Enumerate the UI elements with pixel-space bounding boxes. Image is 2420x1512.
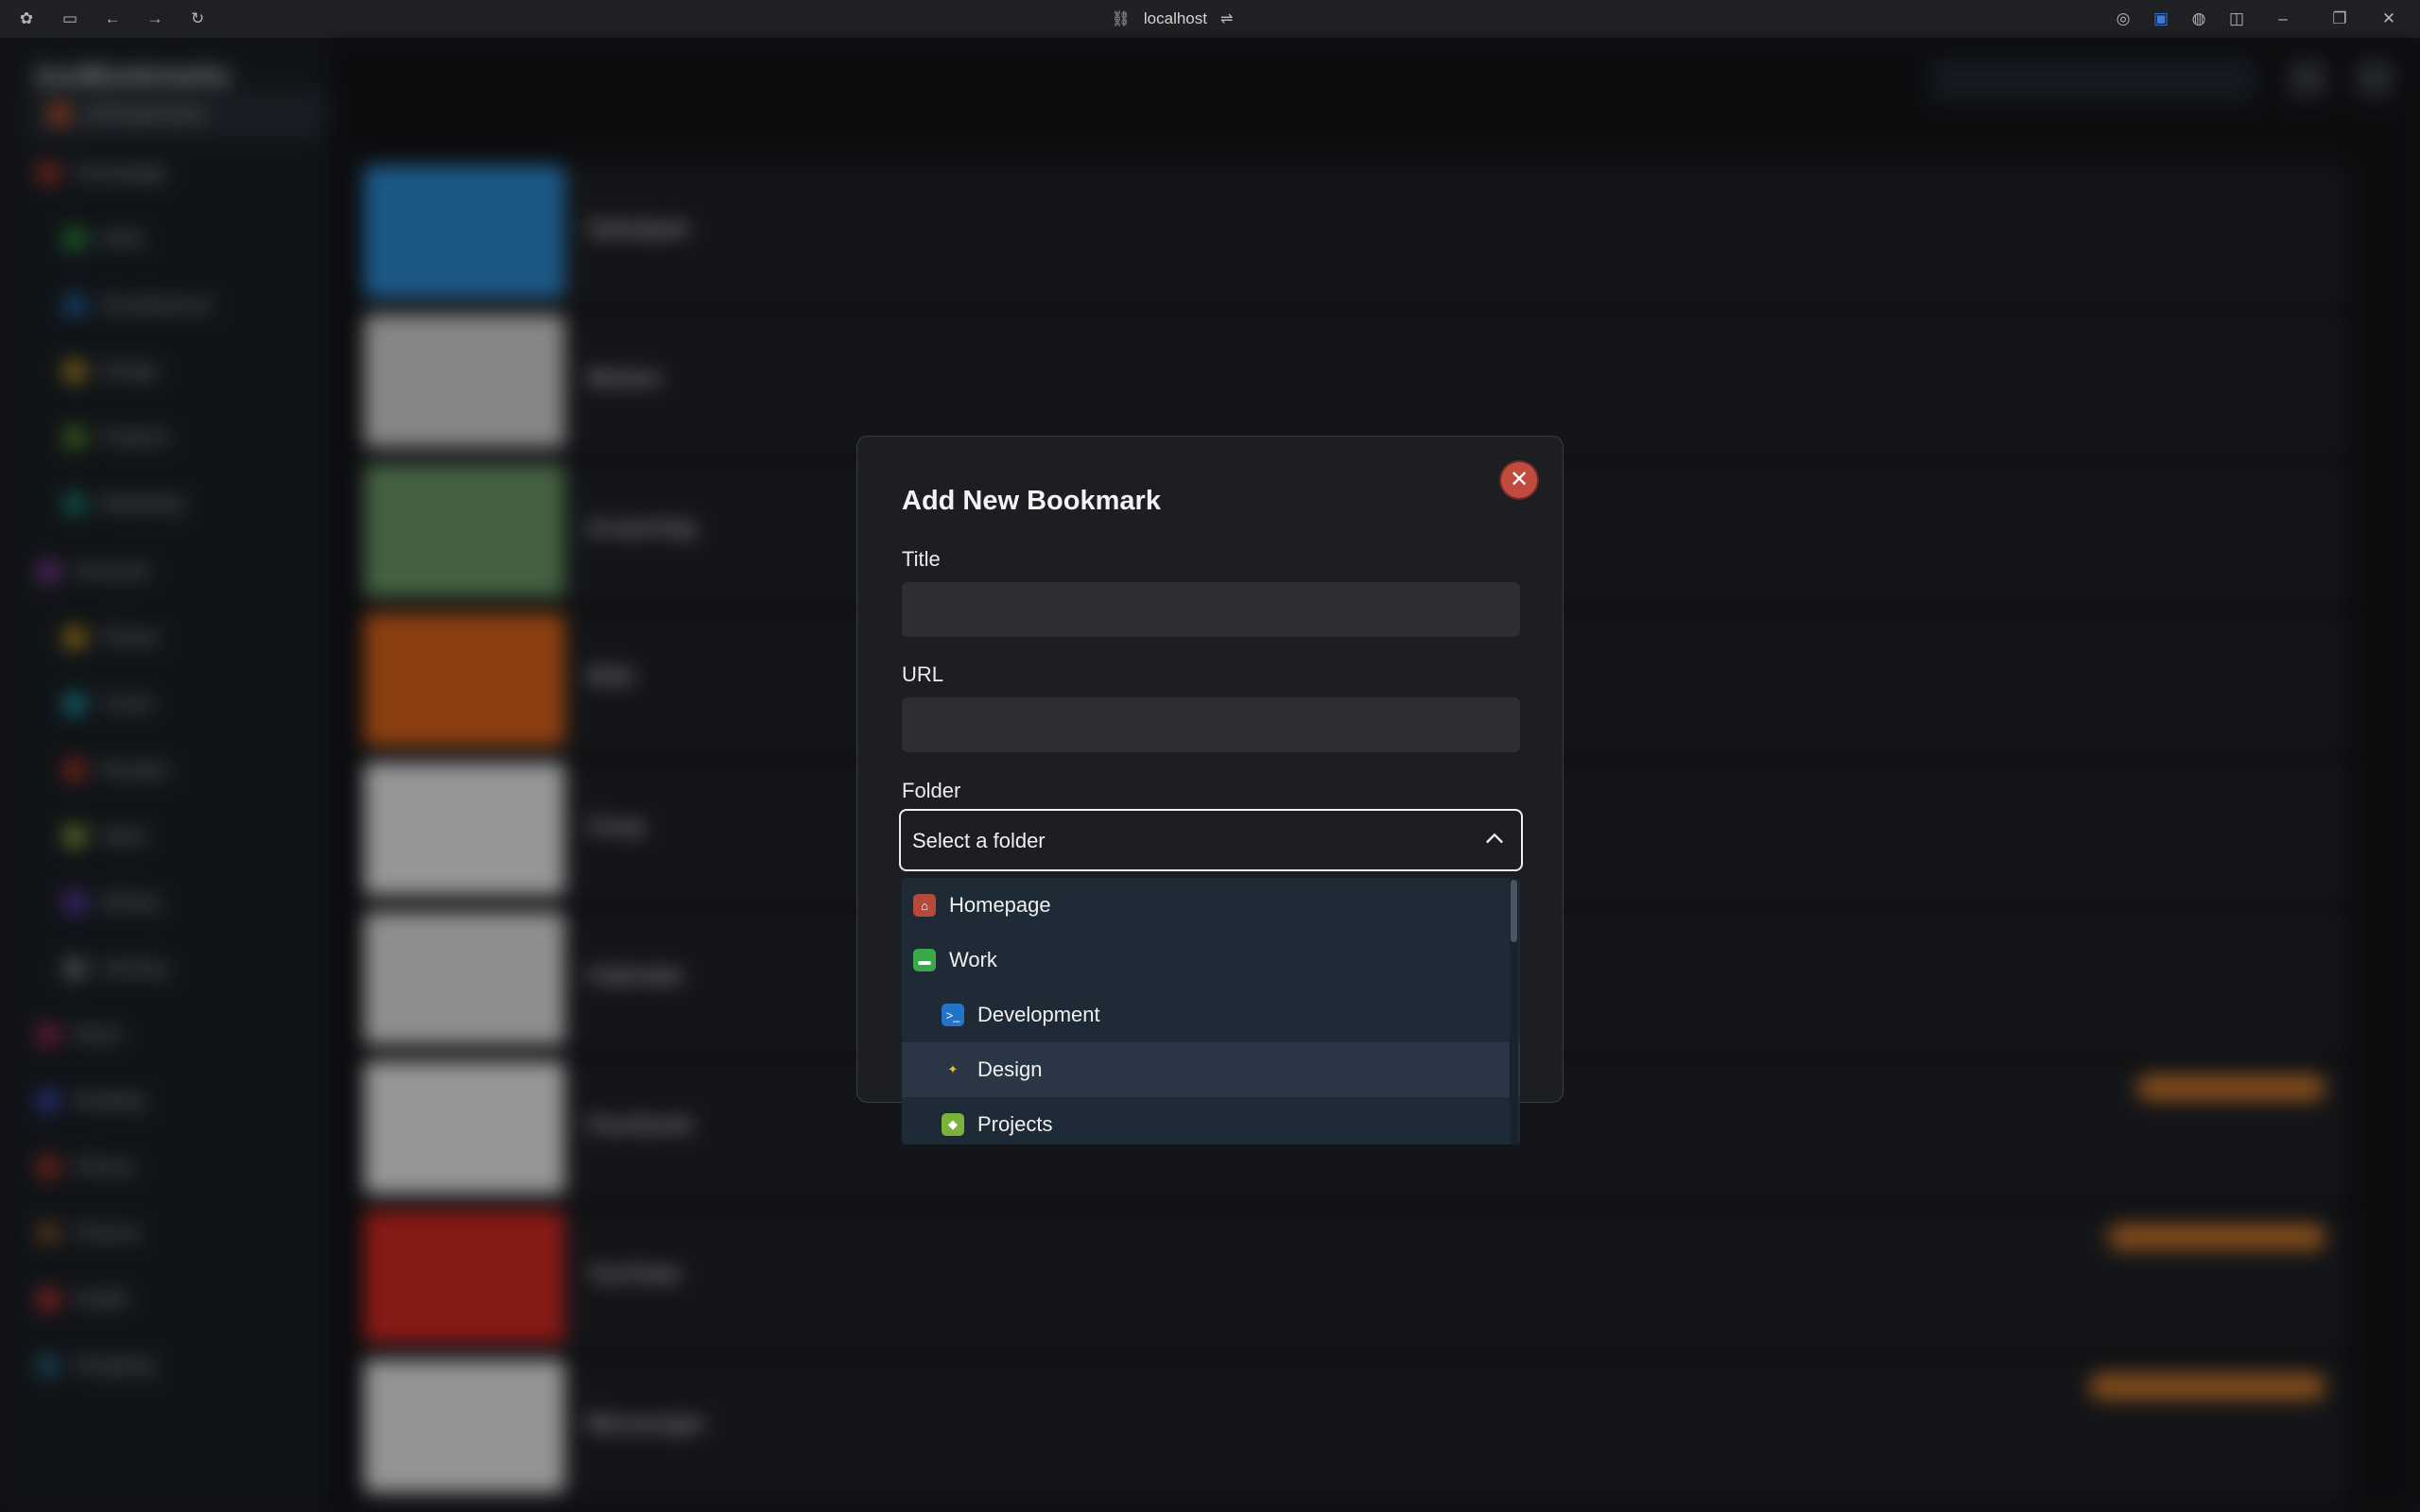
forward-arrow-icon[interactable]: →	[144, 8, 166, 30]
url-label: URL	[902, 662, 944, 686]
globe-icon[interactable]: ◍	[2187, 8, 2210, 30]
extension-glasses-icon[interactable]: ◎	[2112, 8, 2135, 30]
url-input[interactable]	[902, 697, 1520, 752]
title-input[interactable]	[902, 582, 1520, 637]
address-bar[interactable]: ⛓ localhost ⇌	[1097, 6, 1248, 32]
folder-option-design[interactable]: ✦ Design	[902, 1042, 1520, 1097]
folder-option-projects[interactable]: ◆ Projects	[902, 1097, 1520, 1144]
title-label: Title	[902, 547, 941, 571]
folder-option-development[interactable]: >_ Development	[902, 988, 1520, 1042]
close-modal-button[interactable]: ✕	[1501, 462, 1537, 498]
translate-icon[interactable]: ▣	[2150, 8, 2172, 30]
reload-icon[interactable]: ↻	[186, 8, 209, 30]
folder-option-homepage[interactable]: ⌂ Homepage	[902, 878, 1518, 933]
site-settings-icon[interactable]: ⇌	[1220, 9, 1233, 28]
folder-option-label: Work	[949, 948, 997, 971]
link-icon: ⛓	[1111, 11, 1131, 27]
minimize-icon[interactable]: –	[2272, 8, 2294, 30]
folder-dropdown: ⌂ Homepage ▬ Work >_ Development ✦ Design ◆ Proje…	[902, 878, 1520, 1144]
cube-icon: ◆	[942, 1113, 964, 1136]
split-view-icon[interactable]: ◫	[2225, 8, 2248, 30]
chevron-up-icon	[1486, 833, 1503, 844]
sidebar-toggle-icon[interactable]: ▭	[59, 8, 81, 30]
restore-icon[interactable]: ❐	[2328, 8, 2351, 30]
browser-toolbar: ✿ ▭ ← → ↻ ⛓ localhost ⇌ ◎ ▣ ◍ ◫ – ❐ ✕	[0, 0, 2420, 38]
folder-select-value: Select a folder	[912, 829, 1046, 852]
terminal-icon: >_	[942, 1004, 964, 1026]
folder-option-label: Projects	[977, 1112, 1053, 1136]
back-arrow-icon[interactable]: ←	[101, 8, 124, 30]
browser-logo-icon[interactable]: ✿	[15, 8, 38, 30]
folder-select[interactable]: Select a folder	[899, 809, 1523, 871]
dropdown-scrollbar[interactable]	[1510, 878, 1518, 1144]
scrollbar-thumb[interactable]	[1511, 880, 1517, 942]
modal-title: Add New Bookmark	[902, 486, 1161, 516]
folder-option-label: Homepage	[949, 893, 1051, 917]
house-icon: ⌂	[913, 894, 936, 917]
address-url: localhost	[1143, 9, 1207, 27]
briefcase-icon: ▬	[913, 949, 936, 971]
folder-option-work[interactable]: ▬ Work	[902, 933, 1518, 988]
close-window-icon[interactable]: ✕	[2377, 8, 2400, 30]
folder-option-label: Design	[977, 1057, 1043, 1081]
design-icon: ✦	[947, 1062, 959, 1076]
folder-label: Folder	[902, 779, 961, 802]
folder-option-label: Development	[977, 1003, 1100, 1026]
